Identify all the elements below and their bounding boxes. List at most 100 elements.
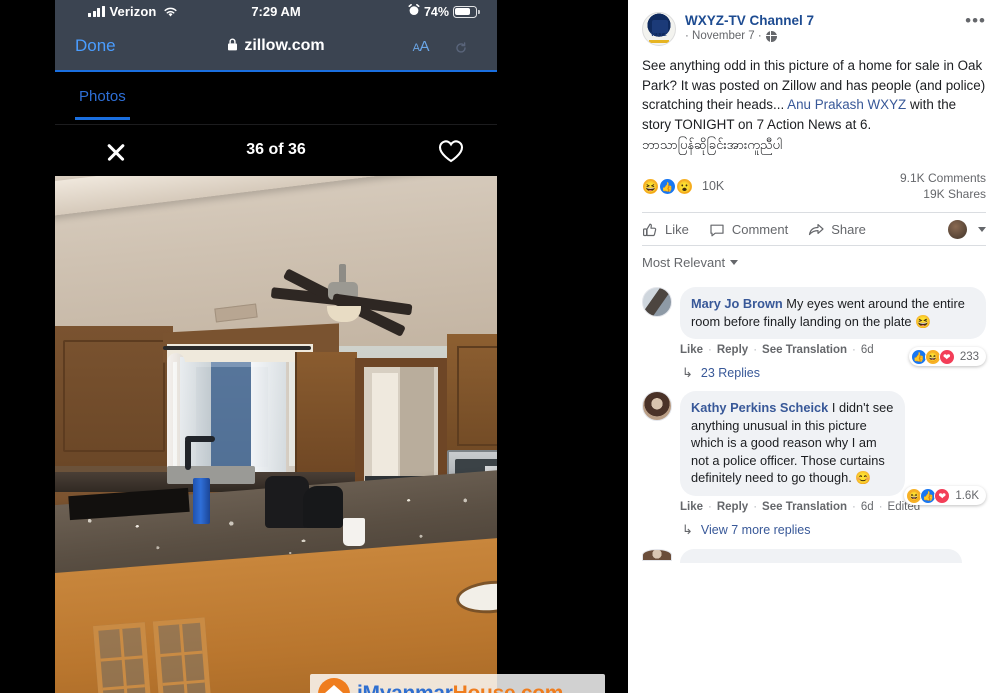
share-label: Share xyxy=(831,222,866,237)
chevron-down-icon xyxy=(730,260,739,265)
replies-label: 23 Replies xyxy=(700,366,760,380)
comment-sort-selector[interactable]: Most Relevant xyxy=(642,245,986,277)
alarm-clock-icon xyxy=(408,4,420,19)
replies-label: View 7 more replies xyxy=(700,522,811,537)
profile-selector[interactable] xyxy=(948,220,986,239)
tab-photos[interactable]: Photos xyxy=(79,88,126,105)
comment-label: Comment xyxy=(731,222,789,237)
commenter-avatar-icon[interactable] xyxy=(642,287,672,317)
shares-count[interactable]: 19K Shares xyxy=(900,186,986,202)
like-button[interactable]: Like xyxy=(642,222,689,238)
post-meta: · November 7 · xyxy=(685,30,986,42)
post-text-burmese: ဘာသာပြန်ဆိုခြင်းအားကူညီပါ xyxy=(642,137,783,152)
comment-item: Kathy Perkins Scheick I didn't see anyth… xyxy=(642,391,986,513)
post-header: WXYZ WXYZ-TV Channel 7 · November 7 · ••… xyxy=(642,8,986,46)
comment-bubble xyxy=(680,548,962,563)
status-bar-right: 74% xyxy=(408,4,480,19)
comment-item-partial xyxy=(642,548,986,563)
comment-translate-button[interactable]: See Translation xyxy=(762,501,847,513)
photo-viewer-header: 36 of 36 xyxy=(55,129,497,176)
view-replies-button[interactable]: ↳ 23 Replies xyxy=(682,365,986,381)
reply-arrow-icon: ↳ xyxy=(682,365,693,380)
more-options-icon[interactable]: ••• xyxy=(965,12,986,29)
reload-icon[interactable] xyxy=(455,42,467,57)
comment-like-button[interactable]: Like xyxy=(680,501,703,513)
glass-cabinet-door-1 xyxy=(92,622,153,693)
black-bag-2 xyxy=(303,486,343,528)
comment-translate-button[interactable]: See Translation xyxy=(762,344,847,356)
comment-button[interactable]: Comment xyxy=(709,222,788,238)
user-avatar-icon xyxy=(948,220,967,239)
battery-icon xyxy=(453,5,480,18)
tab-active-underline xyxy=(75,117,130,120)
post-mention[interactable]: Anu Prakash WXYZ xyxy=(787,97,906,112)
share-button[interactable]: Share xyxy=(808,222,866,238)
reactions-summary: 😆 👍 😮 10K 9.1K Comments 19K Shares xyxy=(642,170,986,202)
thumbs-up-icon xyxy=(642,222,658,238)
like-reaction-icon: 👍 xyxy=(659,177,676,195)
comment-bubble: Mary Jo Brown My eyes went around the en… xyxy=(680,287,986,339)
curtain-rod xyxy=(163,346,311,350)
photo-counter: 36 of 36 xyxy=(246,141,306,158)
phone-screenshot-pane: Verizon 7:29 AM 74% Done zillow.com AA P… xyxy=(0,0,628,693)
facebook-pane: WXYZ WXYZ-TV Channel 7 · November 7 · ••… xyxy=(628,0,1000,693)
commenter-avatar-icon[interactable] xyxy=(642,548,672,561)
reaction-icons[interactable]: 😆 👍 😮 10K xyxy=(642,177,724,195)
zillow-tabs: Photos xyxy=(55,72,497,129)
zillow-page: Photos 36 of 36 xyxy=(55,72,605,693)
watermark-part-2: Myanmar xyxy=(363,682,453,693)
kitchen-sink xyxy=(167,466,255,484)
heart-icon[interactable] xyxy=(437,138,465,164)
comment-reaction-count: 1.6K xyxy=(955,489,979,502)
comment-timestamp: 6d xyxy=(860,344,874,356)
comment-bubble: Kathy Perkins Scheick I didn't see anyth… xyxy=(680,391,905,496)
watermark-text: iMyanmarHouse.com xyxy=(357,682,563,693)
glass-cabinet-door-2 xyxy=(152,617,213,693)
listing-photo-kitchen[interactable] xyxy=(55,176,497,693)
watermark-part-3: House xyxy=(453,682,516,693)
post-action-bar: Like Comment Share xyxy=(642,212,986,245)
battery-percent-label: 74% xyxy=(423,4,449,19)
ios-status-bar: Verizon 7:29 AM 74% xyxy=(55,0,497,26)
upper-cabinet-right-divider xyxy=(447,334,497,456)
comment-reaction-pill[interactable]: 😆 👍 ❤ 1.6K xyxy=(904,486,986,505)
upper-cabinet-left xyxy=(55,326,173,466)
love-reaction-icon: ❤ xyxy=(938,348,955,365)
comment-reaction-pill[interactable]: 👍 😆 ❤ 233 xyxy=(908,347,986,366)
logo-text: WXYZ xyxy=(651,32,667,38)
house-icon xyxy=(318,678,350,693)
comment-reaction-count: 233 xyxy=(959,350,979,363)
screenshot-root: Verizon 7:29 AM 74% Done zillow.com AA P… xyxy=(0,0,1000,693)
reply-arrow-icon: ↳ xyxy=(682,521,693,537)
url-bar[interactable]: zillow.com xyxy=(55,37,497,55)
ceiling-fan-icon xyxy=(270,264,423,337)
wxyz-logo-icon[interactable]: WXYZ xyxy=(642,12,676,46)
comments-count[interactable]: 9.1K Comments xyxy=(900,170,986,186)
comment-reply-button[interactable]: Reply xyxy=(717,344,748,356)
comment-reply-button[interactable]: Reply xyxy=(717,501,748,513)
paper-cup xyxy=(343,518,365,546)
watermark-part-4: .com xyxy=(515,682,563,693)
beverage-can xyxy=(193,478,210,524)
watermark: iMyanmarHouse.com xyxy=(310,674,605,693)
page-name[interactable]: WXYZ-TV Channel 7 xyxy=(685,12,986,29)
faucet xyxy=(185,436,215,470)
url-text: zillow.com xyxy=(244,37,325,54)
like-label: Like xyxy=(665,222,689,237)
view-more-replies-button[interactable]: ↳ View 7 more replies xyxy=(682,522,986,538)
comment-share-counts: 9.1K Comments 19K Shares xyxy=(900,170,986,202)
comment-author[interactable]: Kathy Perkins Scheick xyxy=(691,400,828,415)
post-date[interactable]: · November 7 · xyxy=(685,30,762,42)
comment-item: Mary Jo Brown My eyes went around the en… xyxy=(642,287,986,366)
reaction-count[interactable]: 10K xyxy=(702,179,724,193)
comment-author[interactable]: Mary Jo Brown xyxy=(691,296,783,311)
comment-like-button[interactable]: Like xyxy=(680,344,703,356)
lock-icon xyxy=(227,38,238,54)
commenter-avatar-icon[interactable] xyxy=(642,391,672,421)
ceiling-beam xyxy=(55,176,497,218)
wow-reaction-icon: 😮 xyxy=(676,177,693,195)
phone-chrome: Verizon 7:29 AM 74% Done zillow.com AA xyxy=(55,0,497,72)
comment-timestamp: 6d xyxy=(860,500,874,513)
sort-label: Most Relevant xyxy=(642,255,726,270)
text-size-button[interactable]: AA xyxy=(413,38,430,55)
